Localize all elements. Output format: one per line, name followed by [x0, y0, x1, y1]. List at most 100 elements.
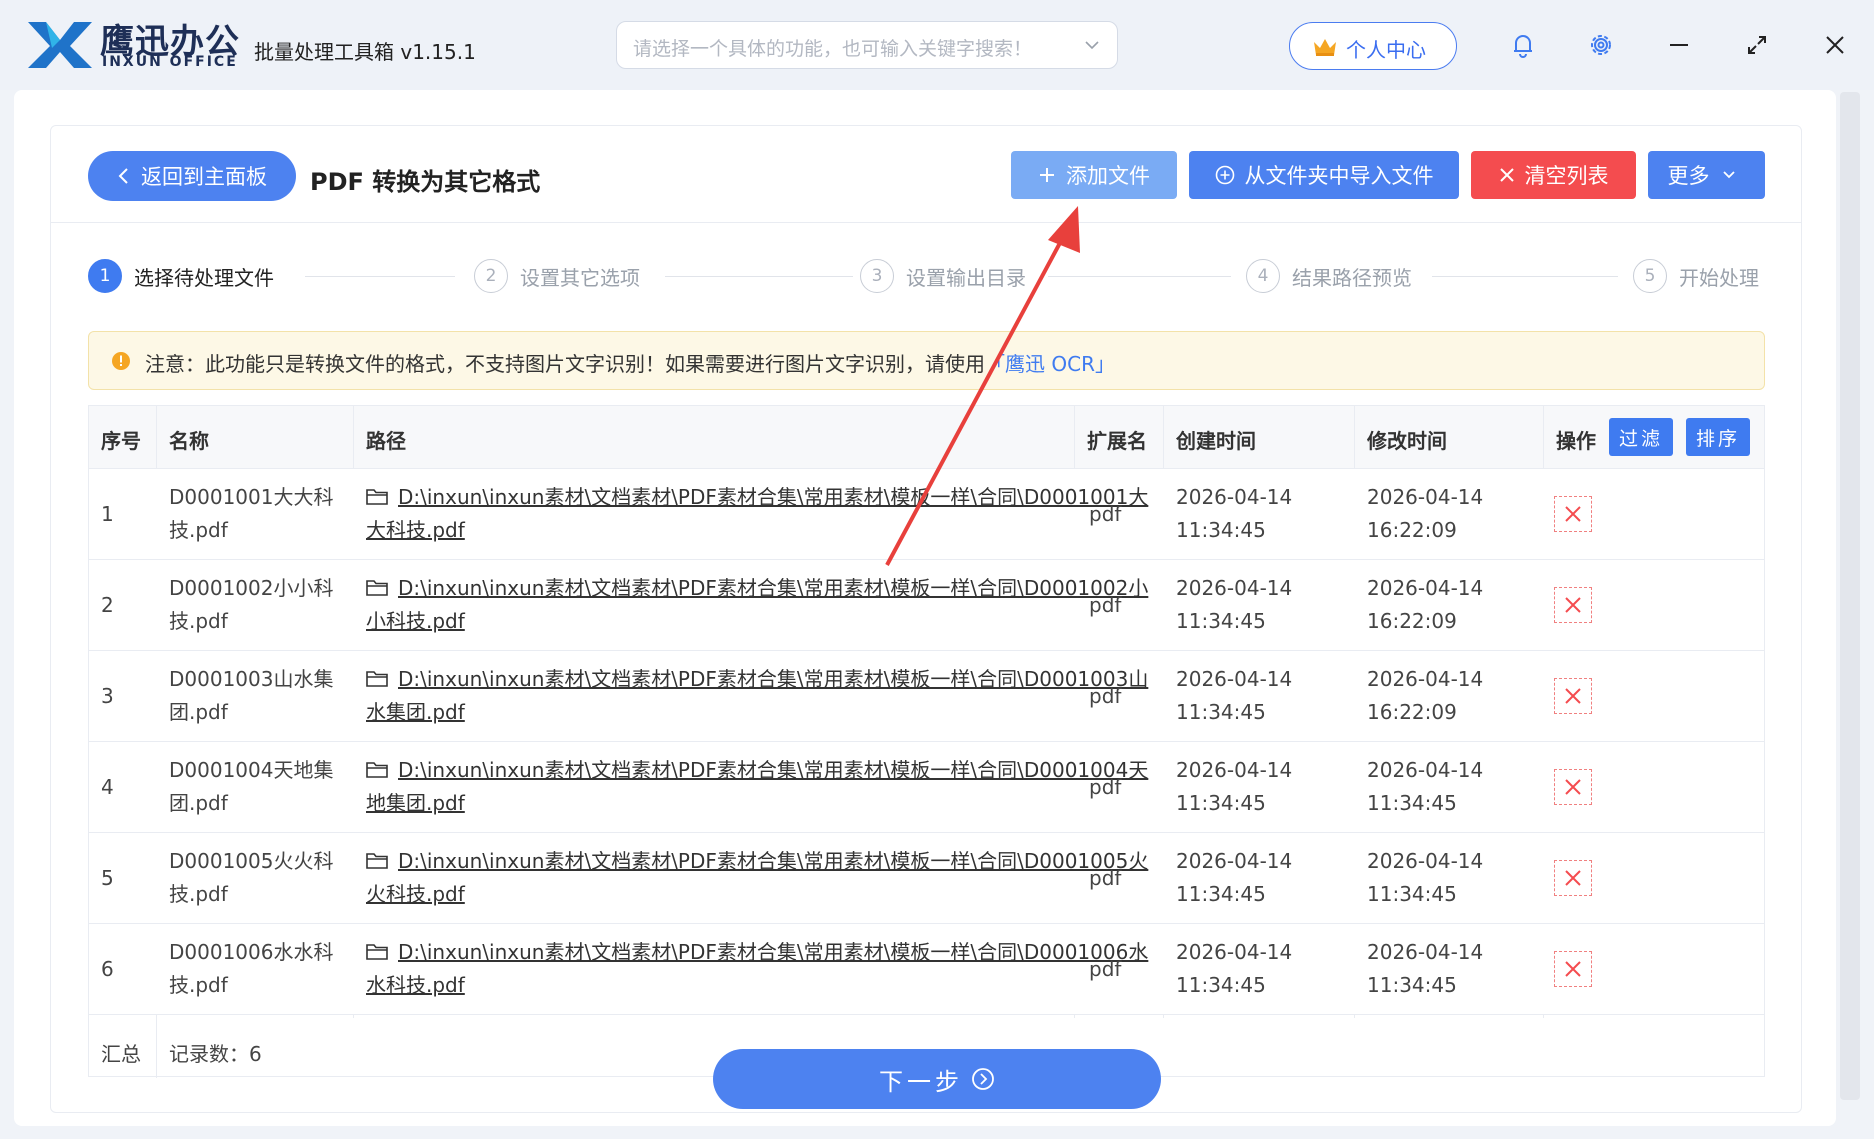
minimize-icon[interactable]	[1662, 28, 1696, 62]
file-extension: pdf	[1089, 593, 1122, 617]
step-connector	[305, 276, 455, 277]
file-path[interactable]: D:\inxun\inxun素材\文档素材\PDF素材合集\常用素材\模板一样\…	[366, 754, 1166, 820]
col-ext: 扩展名	[1087, 429, 1147, 453]
clear-list-button[interactable]: 清空列表	[1471, 151, 1636, 199]
gear-icon[interactable]	[1584, 28, 1618, 62]
plus-icon	[1040, 168, 1054, 182]
close-icon	[1565, 506, 1581, 522]
table-header: 序号 名称 路径 扩展名 创建时间 修改时间 操作 过滤 排序	[89, 406, 1764, 469]
more-menu-button[interactable]: 更多	[1648, 151, 1765, 199]
step-number: 1	[88, 259, 122, 293]
created-time: 2026-04-14 11:34:45	[1176, 758, 1293, 815]
search-placeholder: 请选择一个具体的功能，也可输入关键字搜索！	[633, 38, 1033, 60]
file-extension: pdf	[1089, 775, 1122, 799]
step-result-preview: 4 结果路径预览	[1246, 259, 1412, 293]
more-label: 更多	[1667, 164, 1710, 188]
user-center-label: 个人中心	[1346, 38, 1426, 62]
filter-button[interactable]: 过滤	[1609, 418, 1673, 456]
file-path-link[interactable]: D:\inxun\inxun素材\文档素材\PDF素材合集\常用素材\模板一样\…	[366, 667, 1148, 724]
close-icon	[1565, 597, 1581, 613]
delete-row-button[interactable]	[1554, 860, 1592, 896]
table-row[interactable]: 1 D0001001大大科技.pdf D:\inxun\inxun素材\文档素材\P…	[89, 469, 1764, 560]
next-step-button[interactable]: 下一步	[713, 1049, 1161, 1109]
delete-row-button[interactable]	[1554, 678, 1592, 714]
chevron-left-icon	[118, 168, 128, 184]
chevron-down-icon	[1085, 41, 1099, 50]
table-row[interactable]: 6 D0001006水水科技.pdf D:\inxun\inxun素材\文档素材\P…	[89, 924, 1764, 1015]
close-icon	[1565, 688, 1581, 704]
folder-icon	[366, 853, 388, 869]
delete-row-button[interactable]	[1554, 496, 1592, 532]
folder-icon	[366, 489, 388, 505]
notice-text: 注意：此功能只是转换文件的格式，不支持图片文字识别！如果需要进行图片文字识别，请…	[145, 348, 1115, 377]
add-file-button[interactable]: 添加文件	[1011, 151, 1177, 199]
file-path-link[interactable]: D:\inxun\inxun素材\文档素材\PDF素材合集\常用素材\模板一样\…	[366, 849, 1148, 906]
file-name: D0001001大大科技.pdf	[169, 485, 334, 542]
folder-icon	[366, 671, 388, 687]
step-connector	[1048, 276, 1231, 277]
arrow-circle-right-icon	[972, 1068, 994, 1090]
summary-label: 汇总	[101, 1042, 141, 1066]
ocr-link[interactable]: 「鹰迅 OCR」	[985, 352, 1115, 376]
modified-time: 2026-04-14 16:22:09	[1367, 667, 1484, 724]
delete-row-button[interactable]	[1554, 587, 1592, 623]
created-time: 2026-04-14 11:34:45	[1176, 485, 1293, 542]
created-time: 2026-04-14 11:34:45	[1176, 940, 1293, 997]
step-connector	[665, 276, 853, 277]
step-select-files: 1 选择待处理文件	[88, 259, 274, 293]
step-number: 2	[474, 259, 508, 293]
sort-button[interactable]: 排序	[1686, 418, 1750, 456]
file-path-link[interactable]: D:\inxun\inxun素材\文档素材\PDF素材合集\常用素材\模板一样\…	[366, 485, 1148, 542]
file-path-link[interactable]: D:\inxun\inxun素材\文档素材\PDF素材合集\常用素材\模板一样\…	[366, 758, 1148, 815]
bell-icon[interactable]	[1506, 28, 1540, 62]
col-mtime: 修改时间	[1367, 429, 1447, 453]
record-count: 记录数：6	[169, 1042, 262, 1066]
step-number: 5	[1633, 259, 1667, 293]
file-path-link[interactable]: D:\inxun\inxun素材\文档素材\PDF素材合集\常用素材\模板一样\…	[366, 576, 1148, 633]
delete-row-button[interactable]	[1554, 951, 1592, 987]
modified-time: 2026-04-14 11:34:45	[1367, 940, 1484, 997]
file-path-link[interactable]: D:\inxun\inxun素材\文档素材\PDF素材合集\常用素材\模板一样\…	[366, 940, 1148, 997]
file-name: D0001006水水科技.pdf	[169, 940, 334, 997]
import-folder-label: 从文件夹中导入文件	[1244, 164, 1434, 188]
col-path: 路径	[366, 429, 406, 453]
table-row[interactable]: 4 D0001004天地集团.pdf D:\inxun\inxun素材\文档素材\P…	[89, 742, 1764, 833]
step-label: 选择待处理文件	[134, 265, 274, 290]
file-path[interactable]: D:\inxun\inxun素材\文档素材\PDF素材合集\常用素材\模板一样\…	[366, 936, 1166, 1002]
page-title: PDF 转换为其它格式	[310, 168, 541, 196]
file-extension: pdf	[1089, 502, 1122, 526]
notice-banner: 注意：此功能只是转换文件的格式，不支持图片文字识别！如果需要进行图片文字识别，请…	[88, 331, 1765, 390]
table-row[interactable]: 2 D0001002小小科技.pdf D:\inxun\inxun素材\文档素材\P…	[89, 560, 1764, 651]
notice-message: 注意：此功能只是转换文件的格式，不支持图片文字识别！如果需要进行图片文字识别，请…	[145, 352, 985, 376]
file-name: D0001004天地集团.pdf	[169, 758, 334, 815]
step-connector	[1432, 276, 1618, 277]
table-row[interactable]: 3 D0001003山水集团.pdf D:\inxun\inxun素材\文档素材\P…	[89, 651, 1764, 742]
file-path[interactable]: D:\inxun\inxun素材\文档素材\PDF素材合集\常用素材\模板一样\…	[366, 572, 1166, 638]
modified-time: 2026-04-14 16:22:09	[1367, 576, 1484, 633]
step-number: 4	[1246, 259, 1280, 293]
created-time: 2026-04-14 11:34:45	[1176, 667, 1293, 724]
file-extension: pdf	[1089, 866, 1122, 890]
close-icon[interactable]	[1818, 28, 1852, 62]
maximize-icon[interactable]	[1740, 28, 1774, 62]
delete-row-button[interactable]	[1554, 769, 1592, 805]
scrollbar[interactable]	[1840, 92, 1860, 1100]
function-search-input[interactable]: 请选择一个具体的功能，也可输入关键字搜索！	[616, 21, 1118, 69]
file-path[interactable]: D:\inxun\inxun素材\文档素材\PDF素材合集\常用素材\模板一样\…	[366, 845, 1166, 911]
back-to-home-button[interactable]: 返回到主面板	[88, 151, 296, 201]
file-path[interactable]: D:\inxun\inxun素材\文档素材\PDF素材合集\常用素材\模板一样\…	[366, 481, 1166, 547]
import-from-folder-button[interactable]: 从文件夹中导入文件	[1189, 151, 1459, 199]
table-row[interactable]: 5 D0001005火火科技.pdf D:\inxun\inxun素材\文档素材\P…	[89, 833, 1764, 924]
modified-time: 2026-04-14 16:22:09	[1367, 485, 1484, 542]
modified-time: 2026-04-14 11:34:45	[1367, 849, 1484, 906]
title-bar: 鹰迅办公 INXUN OFFICE 批量处理工具箱 v1.15.1 请选择一个具…	[0, 0, 1874, 90]
row-index: 3	[101, 684, 114, 708]
created-time: 2026-04-14 11:34:45	[1176, 576, 1293, 633]
col-index: 序号	[101, 429, 141, 453]
row-index: 1	[101, 502, 114, 526]
chevron-down-icon	[1722, 171, 1735, 179]
row-index: 6	[101, 957, 114, 981]
user-center-button[interactable]: 个人中心	[1289, 22, 1457, 70]
step-label: 设置其它选项	[520, 265, 640, 290]
file-path[interactable]: D:\inxun\inxun素材\文档素材\PDF素材合集\常用素材\模板一样\…	[366, 663, 1166, 729]
